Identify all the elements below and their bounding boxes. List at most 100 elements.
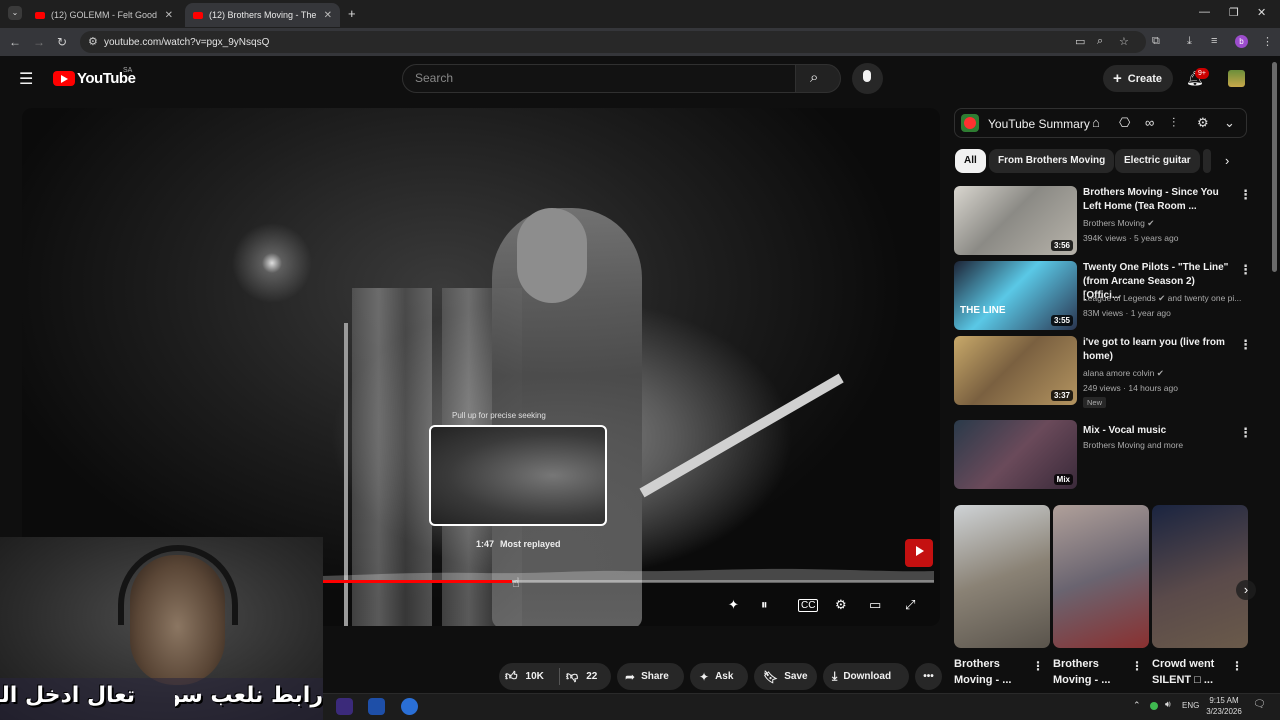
hamburger-menu-icon[interactable]: ☰ (19, 69, 33, 89)
chatgpt-icon[interactable]: ⎔ (1119, 115, 1130, 131)
browser-tab-2[interactable]: (12) Brothers Moving - The Gam ✕ (185, 3, 340, 27)
close-window-icon[interactable]: ✕ (1257, 6, 1266, 19)
profile-avatar[interactable]: b (1235, 35, 1248, 48)
sparkle-ai-icon[interactable]: ✦ (728, 597, 739, 613)
save-button[interactable]: 🔖︎ Save (754, 663, 817, 690)
youtube-summary-logo-icon (961, 114, 979, 132)
tab-title: (12) Brothers Moving - The Gam (209, 10, 318, 20)
like-button[interactable]: 👍︎ 10K (505, 669, 544, 684)
short-title[interactable]: Brothers Moving - ... (1053, 656, 1131, 688)
browser-menu-icon[interactable]: ⋮ (1262, 35, 1273, 48)
video-channel[interactable]: Brothers Moving ✔ (1083, 218, 1248, 229)
more-actions-button[interactable]: ••• (915, 663, 942, 690)
zoom-icon[interactable]: ⌕ (1097, 35, 1103, 48)
short-more-icon[interactable]: ⋮ (1032, 659, 1044, 673)
video-channel[interactable]: alana amore colvin ✔ (1083, 368, 1248, 379)
search-button[interactable]: ⌕ (795, 64, 841, 93)
pause-toggle-icon[interactable]: ⏸ (761, 597, 768, 613)
video-channel[interactable]: Brothers Moving and more (1083, 440, 1248, 450)
youtube-logo-icon[interactable] (53, 71, 75, 86)
minimize-icon[interactable]: — (1199, 6, 1210, 18)
media-player-taskbar-icon[interactable] (336, 698, 353, 715)
tray-chevron-icon[interactable]: ⌃ (1133, 700, 1141, 711)
youtube-summary-title[interactable]: YouTube Summary (988, 117, 1090, 131)
robot-icon[interactable]: ⌂ (1092, 115, 1100, 130)
video-duration: 3:56 (1050, 240, 1073, 251)
search-icon: ⌕ (810, 69, 819, 86)
tab-title: (12) GOLEMM - Felt Good - Yo (51, 10, 159, 20)
mix-thumbnail[interactable]: Mix (954, 420, 1077, 489)
download-button[interactable]: ⤓ Download (823, 663, 909, 690)
bookmark-star-icon[interactable]: ☆ (1119, 35, 1129, 48)
voice-search-button[interactable] (852, 63, 883, 94)
reading-list-icon[interactable]: ≡ (1211, 35, 1217, 47)
close-tab-icon[interactable]: ✕ (324, 10, 332, 21)
video-title[interactable]: Brothers Moving - Since You Left Home (T… (1083, 186, 1230, 214)
close-tab-icon[interactable]: ✕ (165, 10, 173, 21)
theater-mode-icon[interactable]: ▭ (869, 597, 881, 613)
forward-icon[interactable]: → (33, 35, 45, 49)
chips-next-arrow-icon[interactable]: › (1225, 153, 1229, 168)
captions-icon[interactable]: CC (798, 599, 819, 612)
extensions-icon[interactable]: ⧉ (1152, 35, 1160, 48)
cast-icon[interactable]: ▭ (1075, 35, 1085, 48)
short-more-icon[interactable]: ⋮ (1231, 659, 1243, 673)
volume-icon[interactable]: 🔊︎ (1165, 699, 1171, 710)
share-button[interactable]: ➦ Share (617, 663, 684, 690)
collapse-chevron-icon[interactable]: ⌄ (1224, 115, 1235, 131)
video-more-icon[interactable]: ⋮ (1239, 187, 1252, 203)
site-info-icon[interactable]: ⚙ (88, 35, 98, 48)
audio-wave-icon[interactable]: ⫶ (1172, 115, 1175, 131)
share-label: Share (641, 671, 669, 682)
chip-all[interactable]: All (955, 149, 986, 173)
subscribe-watermark-icon[interactable] (905, 539, 933, 567)
summary-settings-icon[interactable]: ⚙ (1197, 115, 1209, 131)
fullscreen-icon[interactable]: ⤢ (905, 597, 915, 613)
stream-banner-text-right: رابط نلعب سوا (175, 683, 323, 708)
reload-icon[interactable]: ↻ (57, 35, 67, 49)
short-thumbnail[interactable] (1053, 505, 1149, 648)
settings-gear-icon[interactable]: ⚙ (835, 597, 847, 613)
tray-clock[interactable]: 9:15 AM 3/23/2026 (1204, 695, 1244, 717)
youtube-favicon-icon (35, 11, 45, 19)
network-status-icon[interactable] (1150, 702, 1158, 710)
video-title[interactable]: i've got to learn you (live from home) (1083, 336, 1230, 364)
short-title[interactable]: Crowd went SILENT □ ... (1152, 656, 1230, 688)
tray-language[interactable]: ENG (1182, 701, 1199, 710)
app-taskbar-icon[interactable] (368, 698, 385, 715)
video-more-icon[interactable]: ⋮ (1239, 262, 1252, 278)
chip-from-brothers-moving[interactable]: From Brothers Moving (989, 149, 1115, 173)
scrollbar-thumb[interactable] (1272, 62, 1277, 272)
restore-icon[interactable]: ❐ (1229, 6, 1239, 19)
browser-taskbar-icon[interactable] (401, 698, 418, 715)
create-button[interactable]: + Create (1103, 65, 1173, 92)
browser-tab-1[interactable]: (12) GOLEMM - Felt Good - Yo ✕ (27, 3, 181, 27)
short-thumbnail[interactable] (1152, 505, 1248, 648)
notification-center-icon[interactable]: 🗨︎ (1253, 699, 1266, 710)
search-input[interactable]: Search (402, 64, 796, 93)
tray-time: 9:15 AM (1209, 696, 1239, 705)
short-thumbnail[interactable] (954, 505, 1050, 648)
chip-electric-guitar[interactable]: Electric guitar (1115, 149, 1200, 173)
account-avatar[interactable] (1228, 70, 1245, 87)
ask-button[interactable]: ✦ Ask (690, 663, 748, 690)
address-bar[interactable]: youtube.com/watch?v=pgx_9yNsqsQ (80, 31, 1146, 53)
glasses-icon[interactable]: ∞ (1145, 115, 1154, 130)
new-tab-button[interactable]: + (348, 6, 356, 21)
progress-bar[interactable] (322, 580, 934, 583)
video-thumbnail[interactable]: 3:37 (954, 336, 1077, 405)
short-more-icon[interactable]: ⋮ (1131, 659, 1143, 673)
video-thumbnail[interactable]: THE LINE 3:55 (954, 261, 1077, 330)
downloads-icon[interactable]: ⤓ (1187, 35, 1192, 48)
video-channel[interactable]: League of Legends ✔ and twenty one pi... (1083, 293, 1248, 304)
video-more-icon[interactable]: ⋮ (1239, 337, 1252, 353)
video-more-icon[interactable]: ⋮ (1239, 425, 1252, 441)
dislike-button[interactable]: 👎︎ 22 (566, 669, 597, 684)
short-title[interactable]: Brothers Moving - ... (954, 656, 1032, 688)
tab-search-icon[interactable]: ⌄ (8, 6, 22, 20)
shorts-next-arrow-icon[interactable]: › (1236, 580, 1256, 600)
video-thumbnail[interactable]: 3:56 (954, 186, 1077, 255)
video-title[interactable]: Mix - Vocal music (1083, 424, 1230, 438)
url-text: youtube.com/watch?v=pgx_9yNsqsQ (104, 36, 270, 48)
back-icon[interactable]: ← (9, 35, 21, 49)
